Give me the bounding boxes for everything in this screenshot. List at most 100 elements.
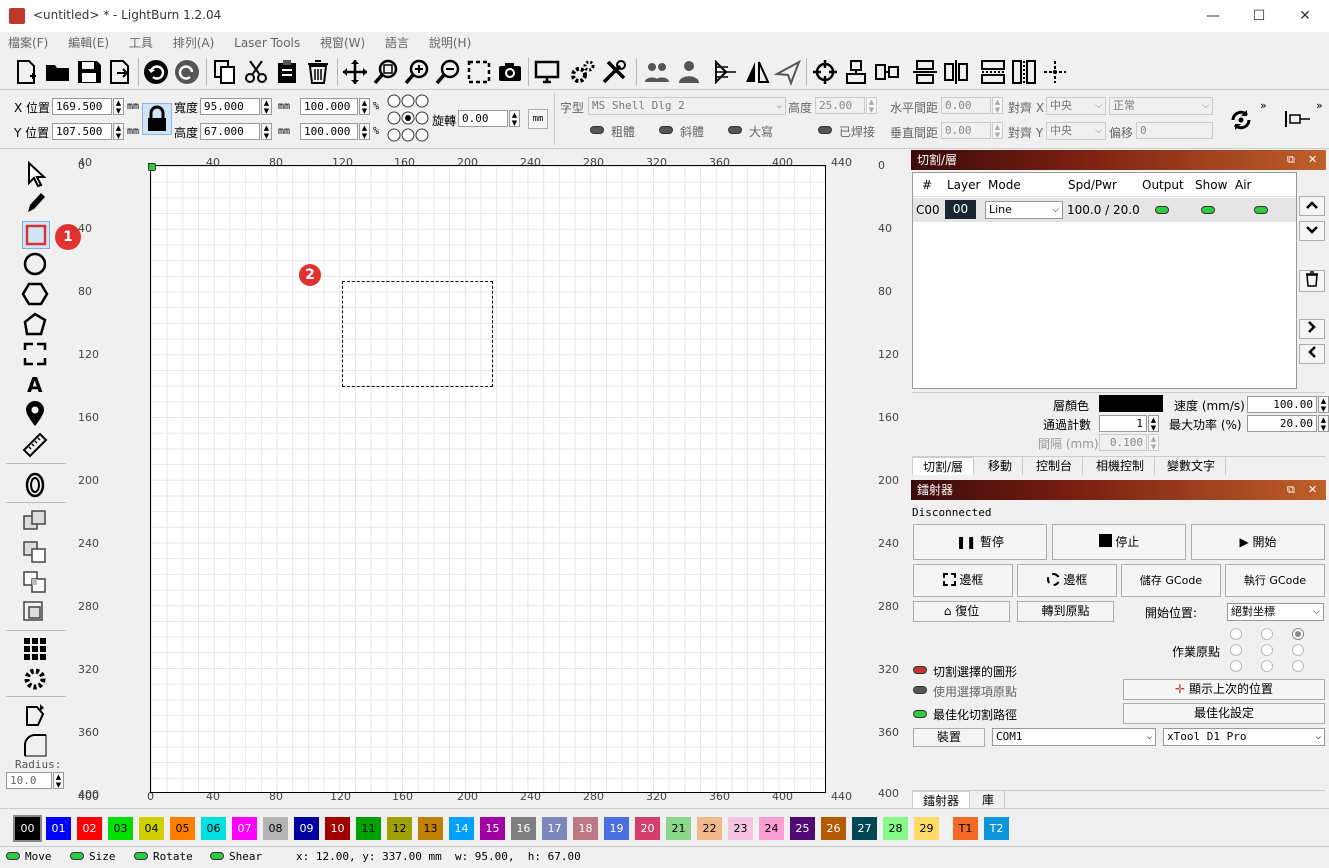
palette-swatch-18[interactable]: 18 xyxy=(573,817,598,840)
scale-height-input[interactable]: 100.000 xyxy=(300,123,358,140)
minimize-button[interactable]: — xyxy=(1190,0,1236,32)
zoom-page-icon[interactable] xyxy=(465,58,493,86)
palette-swatch-21[interactable]: 21 xyxy=(666,817,691,840)
rotary-sync-icon[interactable] xyxy=(1228,107,1254,133)
frame-button[interactable]: 邊框 xyxy=(913,564,1013,597)
distribute-vertical-icon[interactable] xyxy=(942,58,970,86)
rotate-toggle[interactable] xyxy=(134,852,148,860)
job-origin-radio-tc[interactable] xyxy=(1261,628,1273,640)
text-tool-icon[interactable]: A xyxy=(20,370,50,398)
palette-swatch-17[interactable]: 17 xyxy=(542,817,567,840)
shear-toggle[interactable] xyxy=(210,852,224,860)
camera-icon[interactable] xyxy=(496,58,524,86)
align-y-select[interactable]: 中央 ⌵ xyxy=(1046,122,1106,140)
rotate-stepper[interactable]: ▲ ▼ xyxy=(509,110,520,127)
menu-arrange[interactable]: 排列(A) xyxy=(165,32,223,54)
interval-input[interactable]: 0.100 xyxy=(1099,434,1147,451)
font-select[interactable]: MS Shell Dlg 2 ⌵ xyxy=(588,97,786,115)
scale-width-stepper[interactable]: ▲ ▼ xyxy=(359,98,370,115)
drawn-rectangle[interactable] xyxy=(342,281,493,387)
close-panel-icon[interactable]: ✕ xyxy=(1308,150,1317,170)
palette-swatch-16[interactable]: 16 xyxy=(511,817,536,840)
job-origin-radio-bl[interactable] xyxy=(1230,660,1242,672)
offset-input[interactable]: 0 xyxy=(1136,122,1213,139)
font-height-input[interactable]: 25.00 xyxy=(815,97,865,114)
move-to-center-icon[interactable] xyxy=(1041,58,1069,86)
palette-swatch-26[interactable]: 26 xyxy=(821,817,846,840)
overflow-chevron-icon[interactable]: » xyxy=(1260,99,1267,112)
palette-swatch-20[interactable]: 20 xyxy=(635,817,660,840)
italic-toggle[interactable] xyxy=(659,126,673,134)
scale-height-stepper[interactable]: ▲ ▼ xyxy=(359,123,370,140)
job-origin-radio-br[interactable] xyxy=(1292,660,1304,672)
open-folder-icon[interactable] xyxy=(44,58,72,86)
palette-swatch-03[interactable]: 03 xyxy=(108,817,133,840)
radius-input[interactable]: 10.0 xyxy=(6,772,52,789)
passes-stepper[interactable]: ▲ ▼ xyxy=(1148,415,1159,432)
save-icon[interactable] xyxy=(75,58,103,86)
bold-toggle[interactable] xyxy=(590,126,604,134)
passes-input[interactable]: 1 xyxy=(1099,415,1147,432)
redo-icon[interactable] xyxy=(173,58,201,86)
menu-file[interactable]: 檔案(F) xyxy=(0,32,56,54)
boolean-intersect-icon[interactable] xyxy=(20,568,50,596)
run-gcode-button[interactable]: 執行 GCode xyxy=(1225,564,1325,597)
rotate-unit-button[interactable]: mm xyxy=(528,109,548,129)
measure-ruler-icon[interactable] xyxy=(20,430,50,458)
tab-camera-control[interactable]: 相機控制 xyxy=(1086,457,1156,475)
mirror-vertical-icon[interactable] xyxy=(743,58,771,86)
height-input[interactable]: 67.000 xyxy=(200,123,260,140)
export-icon[interactable] xyxy=(106,58,134,86)
zoom-out-icon[interactable] xyxy=(434,58,462,86)
zoom-in-icon[interactable] xyxy=(403,58,431,86)
palette-swatch-28[interactable]: 28 xyxy=(883,817,908,840)
align-top-icon[interactable] xyxy=(842,58,870,86)
go-to-origin-button[interactable]: 轉到原點 xyxy=(1017,601,1114,622)
tab-variable-text[interactable]: 變數文字 xyxy=(1157,457,1227,475)
max-power-input[interactable]: 20.00 xyxy=(1247,415,1317,432)
layer-color-swatch[interactable] xyxy=(1099,395,1163,412)
new-file-icon[interactable] xyxy=(12,58,40,86)
stop-button[interactable]: 停止 xyxy=(1052,524,1186,560)
cut-scissors-icon[interactable] xyxy=(242,58,270,86)
job-origin-radio-tr[interactable] xyxy=(1292,628,1304,640)
ungroup-user-icon[interactable] xyxy=(675,58,703,86)
menu-laser-tools[interactable]: Laser Tools xyxy=(226,32,308,54)
flip-horizontal-icon[interactable] xyxy=(712,58,740,86)
rectangle-tool-button[interactable] xyxy=(22,221,50,249)
pause-button[interactable]: ❚❚ 暫停 xyxy=(913,524,1047,560)
optimize-path-toggle[interactable] xyxy=(913,710,927,718)
palette-swatch-t1[interactable]: T1 xyxy=(953,817,978,840)
palette-swatch-02[interactable]: 02 xyxy=(77,817,102,840)
select-arrow-icon[interactable] xyxy=(20,160,50,188)
start-button[interactable]: ▶ 開始 xyxy=(1191,524,1325,560)
palette-swatch-27[interactable]: 27 xyxy=(852,817,877,840)
mode-select[interactable]: Line ⌵ xyxy=(985,201,1063,219)
palette-swatch-13[interactable]: 13 xyxy=(418,817,443,840)
same-height-icon[interactable] xyxy=(1010,58,1038,86)
x-position-input[interactable]: 169.500 xyxy=(52,98,112,115)
y-position-stepper[interactable]: ▲ ▼ xyxy=(113,123,124,140)
device-settings-tools-icon[interactable] xyxy=(600,58,628,86)
width-stepper[interactable]: ▲ ▼ xyxy=(261,98,272,115)
design-canvas[interactable] xyxy=(148,163,826,793)
font-style-select[interactable]: 正常 ⌵ xyxy=(1109,97,1213,115)
palette-swatch-01[interactable]: 01 xyxy=(46,817,71,840)
x-position-stepper[interactable]: ▲ ▼ xyxy=(113,98,124,115)
palette-swatch-10[interactable]: 10 xyxy=(325,817,350,840)
settings-gears-icon[interactable] xyxy=(569,58,597,86)
menu-language[interactable]: 語言 xyxy=(377,32,417,54)
boolean-subtract-icon[interactable] xyxy=(20,538,50,566)
job-origin-radio-ml[interactable] xyxy=(1230,644,1242,656)
palette-swatch-29[interactable]: 29 xyxy=(914,817,939,840)
ellipse-icon[interactable] xyxy=(20,250,50,278)
copy-icon[interactable] xyxy=(211,58,239,86)
size-toggle[interactable] xyxy=(70,852,84,860)
maximize-button[interactable]: ☐ xyxy=(1236,0,1282,32)
align-to-edge-icon[interactable] xyxy=(1284,109,1312,129)
distribute-horizontal-icon[interactable] xyxy=(911,58,939,86)
float-panel-icon[interactable]: ⧉ xyxy=(1287,150,1295,170)
position-pin-icon[interactable] xyxy=(20,400,50,428)
offset-shape-icon[interactable] xyxy=(20,471,50,499)
menu-tools[interactable]: 工具 xyxy=(121,32,161,54)
